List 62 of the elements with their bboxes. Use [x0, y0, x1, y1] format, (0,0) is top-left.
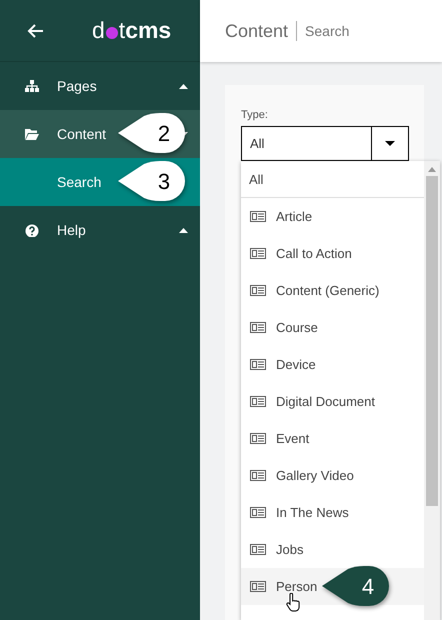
dropdown-option[interactable]: In The News: [241, 494, 424, 531]
option-label: Person: [276, 579, 318, 594]
scrollbar-thumb[interactable]: [426, 176, 438, 506]
logo-text: cms: [125, 19, 172, 42]
callout-number: 2: [158, 121, 170, 146]
newspaper-icon: [250, 322, 266, 333]
newspaper-icon: [250, 359, 266, 370]
dropdown-option[interactable]: Device: [241, 346, 424, 383]
item-label: Pages: [57, 78, 97, 94]
logo-text: d: [92, 19, 105, 42]
caret-icon: [179, 84, 188, 88]
scroll-up-icon: [428, 167, 436, 172]
dropdown-value: All: [249, 135, 266, 153]
newspaper-icon: [250, 285, 266, 296]
dropdown-option[interactable]: Content (Generic): [241, 272, 424, 309]
logo-text: t: [118, 19, 126, 42]
sidebar-item[interactable]: Pages: [0, 62, 200, 110]
newspaper-icon: [250, 248, 266, 259]
sidebar-item[interactable]: Help: [0, 206, 200, 254]
logo-dot-icon: [106, 27, 118, 39]
dropdown-option[interactable]: Digital Document: [241, 383, 424, 420]
help-icon: [25, 224, 39, 236]
item-label: Content: [57, 126, 106, 142]
callout-number: 3: [158, 169, 170, 194]
newspaper-icon: [250, 544, 266, 555]
caret-icon: [385, 141, 395, 146]
newspaper-icon: [250, 433, 266, 444]
newspaper-icon: [250, 470, 266, 481]
breadcrumb: Search: [305, 23, 350, 39]
callout-number: 4: [362, 574, 374, 599]
newspaper-icon: [250, 581, 266, 592]
back-arrow-icon: [26, 22, 44, 40]
option-label: Gallery Video: [276, 468, 354, 483]
dropdown-option[interactable]: Article: [241, 198, 424, 235]
back-button[interactable]: [26, 22, 44, 40]
dropdown-option[interactable]: Event: [241, 420, 424, 457]
option-label: In The News: [276, 505, 349, 520]
dropdown-option[interactable]: Gallery Video: [241, 457, 424, 494]
newspaper-icon: [250, 507, 266, 518]
option-label: All: [249, 172, 264, 186]
sitemap-icon: [25, 80, 39, 92]
dropdown-option[interactable]: Course: [241, 309, 424, 346]
option-label: Digital Document: [276, 394, 375, 409]
scrollbar[interactable]: [424, 161, 440, 620]
dropdown-option[interactable]: Jobs: [241, 531, 424, 568]
option-label: Jobs: [276, 542, 304, 557]
option-label: Device: [276, 357, 316, 372]
field-label: Type:: [241, 109, 269, 121]
folder-icon: [25, 128, 39, 140]
option-label: Article: [276, 209, 312, 224]
option-label: Event: [276, 431, 310, 446]
option-label: Course: [276, 320, 318, 335]
caret-icon: [179, 228, 188, 232]
newspaper-icon: [250, 396, 266, 407]
option-label: Content (Generic): [276, 283, 380, 298]
option-label: Call to Action: [276, 246, 352, 261]
item-label: Help: [57, 222, 86, 238]
page-title: Content: [225, 21, 298, 41]
newspaper-icon: [250, 211, 266, 222]
dropdown-option[interactable]: Call to Action: [241, 235, 424, 272]
type-dropdown[interactable]: All: [241, 126, 409, 161]
hand-cursor-icon: [285, 593, 301, 613]
